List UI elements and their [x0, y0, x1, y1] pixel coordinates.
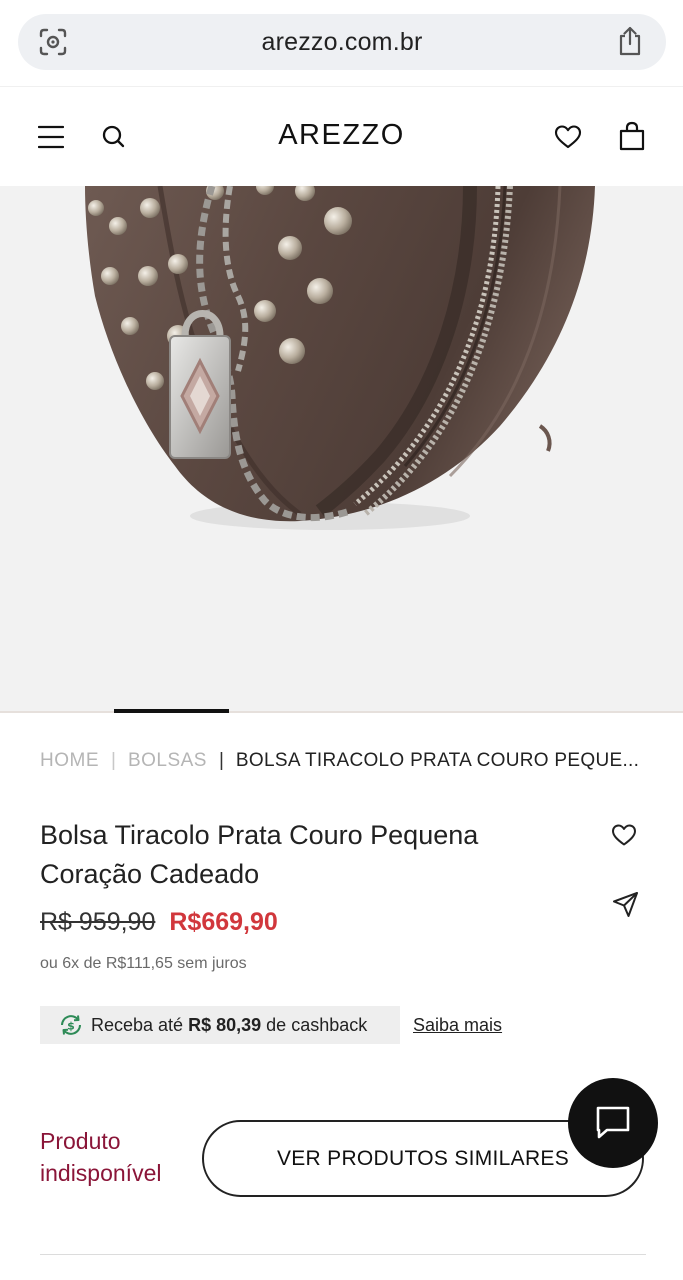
- product-image[interactable]: [0, 186, 683, 711]
- price-row: R$ 959,90 R$669,90: [40, 908, 278, 940]
- product-photo-bag: [85, 186, 595, 530]
- cashback-prefix: Receba até: [91, 1015, 184, 1035]
- url-bar[interactable]: arezzo.com.br: [18, 14, 666, 70]
- product-title: Bolsa Tiracolo Prata Couro Pequena Coraç…: [40, 820, 479, 889]
- breadcrumb-separator: |: [111, 750, 116, 771]
- chat-button[interactable]: [568, 1078, 658, 1168]
- breadcrumb-current: BOLSA TIRACOLO PRATA COURO PEQUE...: [235, 750, 640, 771]
- breadcrumb: HOME | BOLSAS | BOLSA TIRACOLO PRATA COURO P…: [40, 750, 660, 774]
- carousel-indicator-active[interactable]: [114, 709, 229, 713]
- heart-icon[interactable]: [554, 124, 582, 150]
- carousel-track: [0, 711, 683, 713]
- site-header: AREZZO: [0, 86, 683, 186]
- section-divider: [40, 1254, 646, 1255]
- unavailable-status: Produto indisponível: [40, 1128, 162, 1186]
- price-sale: R$669,90: [169, 908, 278, 936]
- installments-text: ou 6x de R$111,65 sem juros: [40, 955, 247, 972]
- price-original: R$ 959,90: [40, 908, 156, 936]
- chat-icon: [596, 1106, 630, 1139]
- cashback-suffix: de cashback: [266, 1015, 368, 1035]
- saiba-mais-link[interactable]: Saiba mais: [413, 1015, 502, 1036]
- breadcrumb-home[interactable]: HOME: [40, 750, 99, 771]
- breadcrumb-category[interactable]: BOLSAS: [128, 750, 207, 771]
- cashback-text: Receba até R$ 80,39 de cashback: [91, 1015, 367, 1036]
- send-icon[interactable]: [612, 891, 639, 918]
- cashback-banner: $ Receba até R$ 80,39 de cashback: [40, 1006, 400, 1044]
- bag-icon[interactable]: [618, 121, 646, 151]
- browser-bar: arezzo.com.br: [0, 0, 683, 86]
- cashback-amount: R$ 80,39: [188, 1015, 262, 1035]
- cashback-icon: $: [61, 1015, 81, 1035]
- svg-text:$: $: [67, 1020, 75, 1033]
- wishlist-icon[interactable]: [611, 823, 637, 847]
- share-icon[interactable]: [616, 25, 644, 57]
- url-text[interactable]: arezzo.com.br: [18, 28, 666, 57]
- breadcrumb-separator: |: [218, 750, 224, 771]
